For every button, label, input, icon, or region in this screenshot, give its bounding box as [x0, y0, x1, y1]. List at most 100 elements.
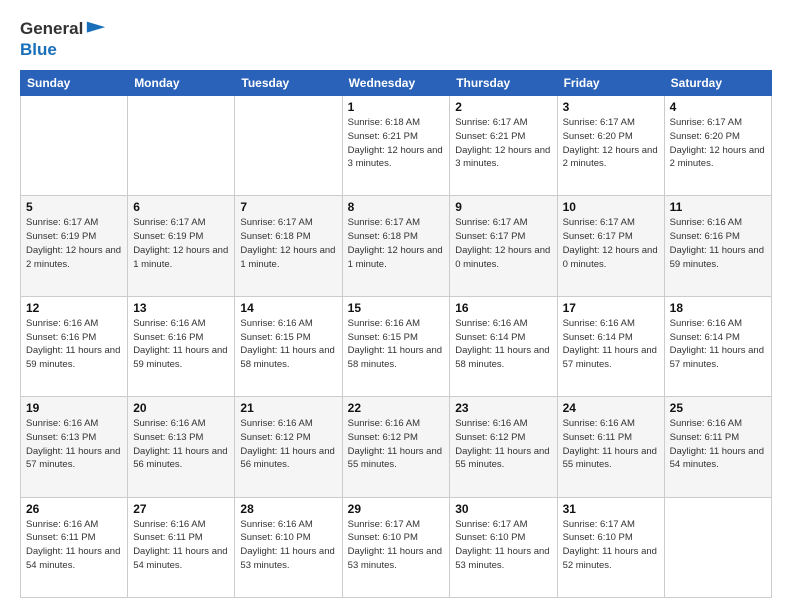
col-header-wednesday: Wednesday — [342, 71, 450, 96]
day-number: 29 — [348, 502, 445, 516]
calendar-day-29: 29 Sunrise: 6:17 AM Sunset: 6:10 PM Dayli… — [342, 497, 450, 597]
day-info: Sunrise: 6:16 AM Sunset: 6:12 PM Dayligh… — [348, 417, 445, 472]
calendar-day-3: 3Sunrise: 6:17 AM Sunset: 6:20 PM Daylig… — [557, 96, 664, 196]
day-number: 5 — [26, 200, 122, 214]
col-header-monday: Monday — [128, 71, 235, 96]
day-info: Sunrise: 6:16 AM Sunset: 6:11 PM Dayligh… — [133, 518, 229, 573]
day-info: Sunrise: 6:17 AM Sunset: 6:10 PM Dayligh… — [348, 518, 445, 573]
calendar-day-11: 11Sunrise: 6:16 AM Sunset: 6:16 PM Dayli… — [664, 196, 771, 296]
calendar-week-row: 12 Sunrise: 6:16 AM Sunset: 6:16 PM Dayli… — [21, 296, 772, 396]
calendar-day-22: 22 Sunrise: 6:16 AM Sunset: 6:12 PM Dayli… — [342, 397, 450, 497]
day-number: 13 — [133, 301, 229, 315]
day-info: Sunrise: 6:17 AM Sunset: 6:19 PM Dayligh… — [133, 216, 229, 271]
day-info: Sunrise: 6:16 AM Sunset: 6:16 PM Dayligh… — [670, 216, 766, 271]
calendar-day-8: 8 Sunrise: 6:17 AM Sunset: 6:18 PM Daylig… — [342, 196, 450, 296]
calendar-day-13: 13 Sunrise: 6:16 AM Sunset: 6:16 PM Dayli… — [128, 296, 235, 396]
col-header-saturday: Saturday — [664, 71, 771, 96]
day-number: 21 — [240, 401, 336, 415]
logo-general-text: General — [20, 19, 83, 39]
day-info: Sunrise: 6:16 AM Sunset: 6:14 PM Dayligh… — [563, 317, 659, 372]
day-number: 18 — [670, 301, 766, 315]
day-info: Sunrise: 6:16 AM Sunset: 6:14 PM Dayligh… — [670, 317, 766, 372]
calendar-week-row: 1 Sunrise: 6:18 AM Sunset: 6:21 PM Daylig… — [21, 96, 772, 196]
day-info: Sunrise: 6:17 AM Sunset: 6:19 PM Dayligh… — [26, 216, 122, 271]
day-info: Sunrise: 6:17 AM Sunset: 6:21 PM Dayligh… — [455, 116, 551, 171]
day-number: 7 — [240, 200, 336, 214]
calendar-week-row: 19 Sunrise: 6:16 AM Sunset: 6:13 PM Dayli… — [21, 397, 772, 497]
calendar-day-2: 2 Sunrise: 6:17 AM Sunset: 6:21 PM Daylig… — [450, 96, 557, 196]
calendar-day-18: 18 Sunrise: 6:16 AM Sunset: 6:14 PM Dayli… — [664, 296, 771, 396]
calendar-day-empty — [128, 96, 235, 196]
calendar-day-30: 30 Sunrise: 6:17 AM Sunset: 6:10 PM Dayli… — [450, 497, 557, 597]
calendar-day-4: 4 Sunrise: 6:17 AM Sunset: 6:20 PM Daylig… — [664, 96, 771, 196]
day-info: Sunrise: 6:16 AM Sunset: 6:16 PM Dayligh… — [133, 317, 229, 372]
day-info: Sunrise: 6:16 AM Sunset: 6:10 PM Dayligh… — [240, 518, 336, 573]
calendar-day-10: 10Sunrise: 6:17 AM Sunset: 6:17 PM Dayli… — [557, 196, 664, 296]
page-header: General Blue — [20, 18, 772, 60]
day-number: 10 — [563, 200, 659, 214]
col-header-tuesday: Tuesday — [235, 71, 342, 96]
calendar-day-25: 25 Sunrise: 6:16 AM Sunset: 6:11 PM Dayli… — [664, 397, 771, 497]
day-number: 3 — [563, 100, 659, 114]
day-number: 26 — [26, 502, 122, 516]
calendar-day-21: 21 Sunrise: 6:16 AM Sunset: 6:12 PM Dayli… — [235, 397, 342, 497]
day-number: 27 — [133, 502, 229, 516]
day-info: Sunrise: 6:17 AM Sunset: 6:17 PM Dayligh… — [455, 216, 551, 271]
day-number: 31 — [563, 502, 659, 516]
day-info: Sunrise: 6:17 AM Sunset: 6:10 PM Dayligh… — [563, 518, 659, 573]
calendar-day-14: 14 Sunrise: 6:16 AM Sunset: 6:15 PM Dayli… — [235, 296, 342, 396]
calendar-day-27: 27 Sunrise: 6:16 AM Sunset: 6:11 PM Dayli… — [128, 497, 235, 597]
calendar-day-24: 24Sunrise: 6:16 AM Sunset: 6:11 PM Dayli… — [557, 397, 664, 497]
day-number: 19 — [26, 401, 122, 415]
day-number: 1 — [348, 100, 445, 114]
calendar-day-empty — [664, 497, 771, 597]
day-number: 20 — [133, 401, 229, 415]
day-info: Sunrise: 6:16 AM Sunset: 6:16 PM Dayligh… — [26, 317, 122, 372]
day-number: 8 — [348, 200, 445, 214]
day-info: Sunrise: 6:16 AM Sunset: 6:12 PM Dayligh… — [240, 417, 336, 472]
calendar-day-28: 28Sunrise: 6:16 AM Sunset: 6:10 PM Dayli… — [235, 497, 342, 597]
day-number: 12 — [26, 301, 122, 315]
col-header-thursday: Thursday — [450, 71, 557, 96]
calendar-day-12: 12 Sunrise: 6:16 AM Sunset: 6:16 PM Dayli… — [21, 296, 128, 396]
day-info: Sunrise: 6:16 AM Sunset: 6:13 PM Dayligh… — [133, 417, 229, 472]
day-info: Sunrise: 6:17 AM Sunset: 6:18 PM Dayligh… — [348, 216, 445, 271]
logo: General Blue — [20, 18, 107, 60]
calendar-day-9: 9 Sunrise: 6:17 AM Sunset: 6:17 PM Daylig… — [450, 196, 557, 296]
day-number: 23 — [455, 401, 551, 415]
day-info: Sunrise: 6:16 AM Sunset: 6:15 PM Dayligh… — [240, 317, 336, 372]
day-info: Sunrise: 6:16 AM Sunset: 6:12 PM Dayligh… — [455, 417, 551, 472]
calendar-day-1: 1 Sunrise: 6:18 AM Sunset: 6:21 PM Daylig… — [342, 96, 450, 196]
day-number: 22 — [348, 401, 445, 415]
day-number: 4 — [670, 100, 766, 114]
day-number: 16 — [455, 301, 551, 315]
day-number: 25 — [670, 401, 766, 415]
calendar-day-16: 16Sunrise: 6:16 AM Sunset: 6:14 PM Dayli… — [450, 296, 557, 396]
day-number: 15 — [348, 301, 445, 315]
calendar-day-19: 19 Sunrise: 6:16 AM Sunset: 6:13 PM Dayli… — [21, 397, 128, 497]
calendar-day-15: 15Sunrise: 6:16 AM Sunset: 6:15 PM Dayli… — [342, 296, 450, 396]
day-info: Sunrise: 6:17 AM Sunset: 6:20 PM Dayligh… — [670, 116, 766, 171]
day-number: 6 — [133, 200, 229, 214]
day-number: 9 — [455, 200, 551, 214]
logo-blue-text: Blue — [20, 40, 107, 60]
col-header-friday: Friday — [557, 71, 664, 96]
day-number: 14 — [240, 301, 336, 315]
calendar-day-31: 31 Sunrise: 6:17 AM Sunset: 6:10 PM Dayli… — [557, 497, 664, 597]
calendar-day-6: 6 Sunrise: 6:17 AM Sunset: 6:19 PM Daylig… — [128, 196, 235, 296]
calendar-day-23: 23 Sunrise: 6:16 AM Sunset: 6:12 PM Dayli… — [450, 397, 557, 497]
logo-flag-icon — [85, 18, 107, 40]
day-number: 2 — [455, 100, 551, 114]
day-info: Sunrise: 6:17 AM Sunset: 6:18 PM Dayligh… — [240, 216, 336, 271]
calendar-day-17: 17 Sunrise: 6:16 AM Sunset: 6:14 PM Dayli… — [557, 296, 664, 396]
day-info: Sunrise: 6:16 AM Sunset: 6:11 PM Dayligh… — [670, 417, 766, 472]
calendar-day-empty — [235, 96, 342, 196]
day-info: Sunrise: 6:17 AM Sunset: 6:10 PM Dayligh… — [455, 518, 551, 573]
calendar-week-row: 26 Sunrise: 6:16 AM Sunset: 6:11 PM Dayli… — [21, 497, 772, 597]
day-info: Sunrise: 6:18 AM Sunset: 6:21 PM Dayligh… — [348, 116, 445, 171]
calendar-day-26: 26Sunrise: 6:16 AM Sunset: 6:11 PM Dayli… — [21, 497, 128, 597]
day-info: Sunrise: 6:16 AM Sunset: 6:13 PM Dayligh… — [26, 417, 122, 472]
day-number: 17 — [563, 301, 659, 315]
col-header-sunday: Sunday — [21, 71, 128, 96]
day-number: 30 — [455, 502, 551, 516]
